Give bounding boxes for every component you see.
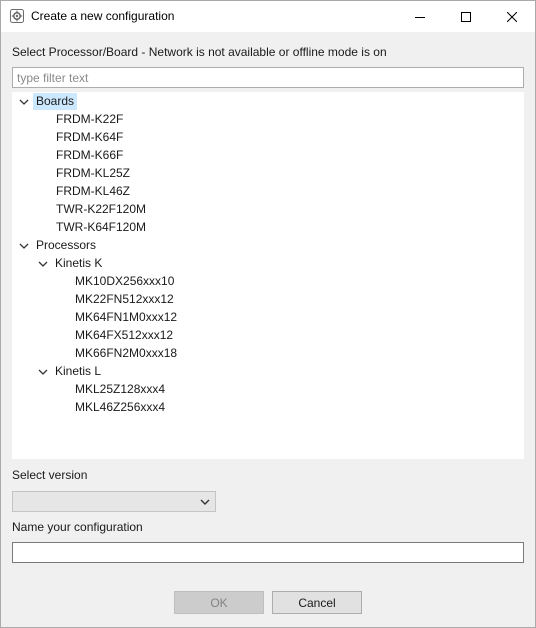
tree-item-board[interactable]: FRDM-KL25Z [53, 165, 133, 182]
window-title: Create a new configuration [31, 9, 175, 23]
tree-item-processor[interactable]: MKL46Z256xxx4 [72, 399, 168, 416]
tree-item-processor[interactable]: MK10DX256xxx10 [72, 273, 177, 290]
minimize-button[interactable] [397, 1, 443, 32]
tree-item-board[interactable]: TWR-K64F120M [53, 219, 149, 236]
processor-board-tree[interactable]: Boards FRDM-K22F FRDM-K64F FRDM-K66F FRD… [12, 92, 524, 459]
app-icon [10, 9, 24, 23]
chevron-down-icon[interactable] [38, 259, 48, 269]
maximize-button[interactable] [443, 1, 489, 32]
title-bar: Create a new configuration [1, 1, 535, 32]
tree-item-board[interactable]: TWR-K22F120M [53, 201, 149, 218]
maximize-icon [461, 11, 471, 22]
tree-item-board[interactable]: FRDM-KL46Z [53, 183, 133, 200]
configuration-name-input[interactable] [12, 542, 524, 563]
cancel-button[interactable]: Cancel [272, 591, 362, 614]
chevron-down-icon[interactable] [19, 97, 29, 107]
version-select[interactable] [12, 491, 216, 512]
tree-item-processor[interactable]: MKL25Z128xxx4 [72, 381, 168, 398]
chevron-down-icon[interactable] [38, 367, 48, 377]
tree-item-processor[interactable]: MK22FN512xxx12 [72, 291, 177, 308]
tree-node-kinetis-k[interactable]: Kinetis K [52, 255, 105, 272]
version-label: Select version [12, 468, 88, 482]
configuration-name-label: Name your configuration [12, 520, 143, 534]
chevron-down-icon [200, 499, 210, 505]
processor-board-label: Select Processor/Board - Network is not … [12, 45, 387, 59]
tree-item-processor[interactable]: MK64FX512xxx12 [72, 327, 176, 344]
close-icon [507, 11, 517, 22]
tree-item-processor[interactable]: MK66FN2M0xxx18 [72, 345, 180, 362]
ok-button[interactable]: OK [174, 591, 264, 614]
tree-item-board[interactable]: FRDM-K66F [53, 147, 126, 164]
chevron-down-icon[interactable] [19, 241, 29, 251]
tree-item-board[interactable]: FRDM-K64F [53, 129, 126, 146]
tree-node-boards[interactable]: Boards [33, 93, 78, 110]
tree-item-board[interactable]: FRDM-K22F [53, 111, 126, 128]
tree-node-kinetis-l[interactable]: Kinetis L [52, 363, 104, 380]
minimize-icon [415, 16, 425, 18]
tree-item-processor[interactable]: MK64FN1M0xxx12 [72, 309, 180, 326]
tree-node-processors[interactable]: Processors [33, 237, 99, 254]
dialog-window: Create a new configuration Select Proces… [0, 0, 536, 628]
filter-input[interactable] [12, 67, 524, 88]
close-button[interactable] [489, 1, 535, 32]
